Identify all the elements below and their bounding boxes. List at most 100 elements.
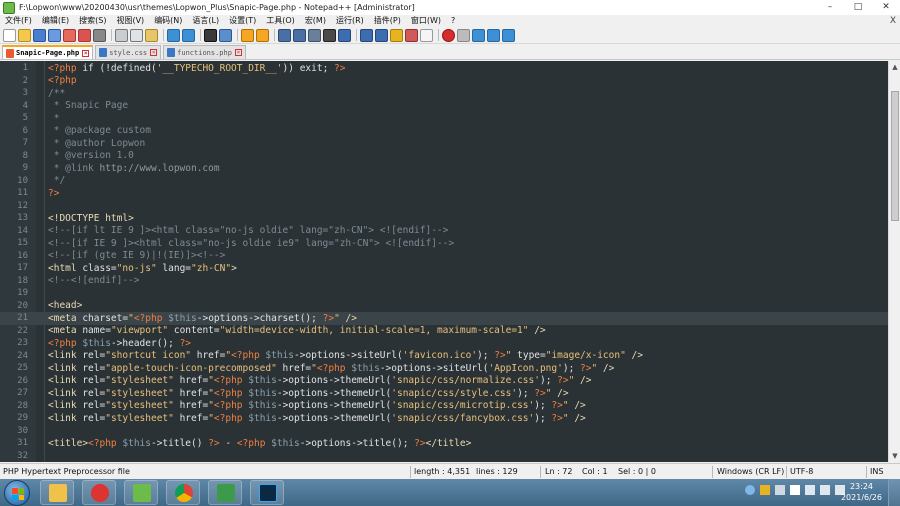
close-button[interactable]: ✕ [872, 0, 900, 15]
minimize-button[interactable]: – [816, 0, 844, 15]
replace-icon[interactable] [219, 28, 232, 42]
undo-icon[interactable] [167, 28, 180, 42]
cut-icon[interactable] [115, 28, 128, 42]
maximize-button[interactable]: □ [844, 0, 872, 15]
menu-macro[interactable]: 宏(M) [300, 15, 331, 27]
redo-icon[interactable] [182, 28, 195, 42]
function-list-icon[interactable] [390, 28, 403, 42]
tray-app-icon[interactable] [745, 485, 755, 495]
scroll-down-icon[interactable]: ▼ [889, 450, 900, 462]
code-line[interactable]: 17 <html class="no-js" lang="zh-CN"> [0, 262, 888, 275]
paste-icon[interactable] [145, 28, 158, 42]
code-line[interactable]: 27 <link rel="stylesheet" href="<?php $th… [0, 387, 888, 400]
code-editor[interactable]: 1 <?php if (!defined('__TYPECHO_ROOT_DIR_… [0, 61, 888, 462]
flag-icon[interactable] [790, 485, 800, 495]
stop-macro-icon[interactable] [457, 28, 470, 42]
show-all-chars-icon[interactable] [323, 28, 336, 42]
menu-help[interactable]: ? [446, 15, 460, 27]
code-line[interactable]: 21 <meta charset="<?php $this->options->c… [0, 312, 888, 325]
run-macro-multiple-icon[interactable] [487, 28, 500, 42]
code-line[interactable]: 32 [0, 450, 888, 463]
tab-style-css[interactable]: style.css × [95, 45, 162, 59]
menu-language[interactable]: 语言(L) [187, 15, 224, 27]
sync-vertical-icon[interactable] [278, 28, 291, 42]
code-line[interactable]: 23 <?php $this->header(); ?> [0, 337, 888, 350]
code-line[interactable]: 14 <!--[if lt IE 9 ]><html class="no-js o… [0, 225, 888, 238]
tab-close-icon[interactable]: × [150, 49, 158, 56]
code-line[interactable]: 13 <!DOCTYPE html> [0, 212, 888, 225]
scroll-up-icon[interactable]: ▲ [889, 61, 900, 73]
close-document-button[interactable]: X [890, 15, 896, 27]
code-line[interactable]: 18 <!--<![endif]--> [0, 275, 888, 288]
taskbar-explorer[interactable] [40, 480, 74, 505]
code-line[interactable]: 9 * @link http://www.lopwon.com [0, 162, 888, 175]
zoom-out-icon[interactable] [256, 28, 269, 42]
menu-window[interactable]: 窗口(W) [406, 15, 446, 27]
menu-edit[interactable]: 编辑(E) [37, 15, 74, 27]
show-desktop-button[interactable] [888, 479, 900, 506]
sync-horizontal-icon[interactable] [293, 28, 306, 42]
save-icon[interactable] [33, 28, 46, 42]
close-file-icon[interactable] [63, 28, 76, 42]
code-line[interactable]: 4 * Snapic Page [0, 100, 888, 113]
code-line[interactable]: 1 <?php if (!defined('__TYPECHO_ROOT_DIR_… [0, 62, 888, 75]
menu-settings[interactable]: 设置(T) [224, 15, 261, 27]
tab-snapic-page[interactable]: Snapic-Page.php × [2, 45, 94, 59]
code-line[interactable]: 12 [0, 200, 888, 213]
open-file-icon[interactable] [18, 28, 31, 42]
code-line[interactable]: 29 <link rel="stylesheet" href="<?php $th… [0, 412, 888, 425]
code-line[interactable]: 30 [0, 425, 888, 438]
doc-map-icon[interactable] [375, 28, 388, 42]
taskbar-clock[interactable]: 23:24 2021/6/26 [841, 481, 882, 503]
code-line[interactable]: 3 /** [0, 87, 888, 100]
menu-view[interactable]: 视图(V) [111, 15, 149, 27]
code-line[interactable]: 20 <head> [0, 300, 888, 313]
start-button[interactable] [4, 480, 30, 506]
code-line[interactable]: 31 <title><?php $this->title() ?> - <?php… [0, 437, 888, 450]
tab-functions-php[interactable]: functions.php × [163, 45, 246, 59]
monitoring-icon[interactable] [420, 28, 433, 42]
code-line[interactable]: 10 */ [0, 175, 888, 188]
folder-workspace-icon[interactable] [405, 28, 418, 42]
code-line[interactable]: 16 <!--[if (gte IE 9)|!(IE)]><!--> [0, 250, 888, 263]
code-line[interactable]: 26 <link rel="stylesheet" href="<?php $th… [0, 375, 888, 388]
menu-search[interactable]: 搜索(S) [74, 15, 111, 27]
close-all-icon[interactable] [78, 28, 91, 42]
play-macro-icon[interactable] [472, 28, 485, 42]
tray-app-icon[interactable] [775, 485, 785, 495]
code-line[interactable]: 15 <!--[if IE 9 ]><html class="no-js oldi… [0, 237, 888, 250]
taskbar-app-5[interactable] [208, 480, 242, 505]
menu-encoding[interactable]: 编码(N) [149, 15, 187, 27]
taskbar-notepadpp[interactable] [124, 480, 158, 505]
code-line[interactable]: 19 [0, 287, 888, 300]
menu-run[interactable]: 运行(R) [331, 15, 369, 27]
code-line[interactable]: 2 <?php [0, 75, 888, 88]
code-line[interactable]: 22 <meta name="viewport" content="width=d… [0, 325, 888, 338]
print-icon[interactable] [93, 28, 106, 42]
copy-icon[interactable] [130, 28, 143, 42]
code-line[interactable]: 25 <link rel="apple-touch-icon-precompose… [0, 362, 888, 375]
code-line[interactable]: 28 <link rel="stylesheet" href="<?php $th… [0, 400, 888, 413]
scroll-thumb[interactable] [891, 91, 899, 221]
code-line[interactable]: 6 * @package custom [0, 125, 888, 138]
user-language-icon[interactable] [360, 28, 373, 42]
taskbar-chrome[interactable] [166, 480, 200, 505]
code-line[interactable]: 24 <link rel="shortcut icon" href="<?php … [0, 350, 888, 363]
tray-app-icon[interactable] [760, 485, 770, 495]
menu-plugins[interactable]: 插件(P) [369, 15, 406, 27]
indent-guide-icon[interactable] [338, 28, 351, 42]
zoom-in-icon[interactable] [241, 28, 254, 42]
record-macro-icon[interactable] [442, 28, 455, 42]
code-line[interactable]: 7 * @author Lopwon [0, 137, 888, 150]
code-line[interactable]: 11 ?> [0, 187, 888, 200]
code-line[interactable]: 8 * @version 1.0 [0, 150, 888, 163]
taskbar-app-2[interactable] [82, 480, 116, 505]
save-all-icon[interactable] [48, 28, 61, 42]
menu-file[interactable]: 文件(F) [0, 15, 37, 27]
menu-tools[interactable]: 工具(O) [261, 15, 300, 27]
tab-close-icon[interactable]: × [82, 49, 90, 57]
tab-close-icon[interactable]: × [234, 49, 242, 56]
find-icon[interactable] [204, 28, 217, 42]
word-wrap-icon[interactable] [308, 28, 321, 42]
save-macro-icon[interactable] [502, 28, 515, 42]
